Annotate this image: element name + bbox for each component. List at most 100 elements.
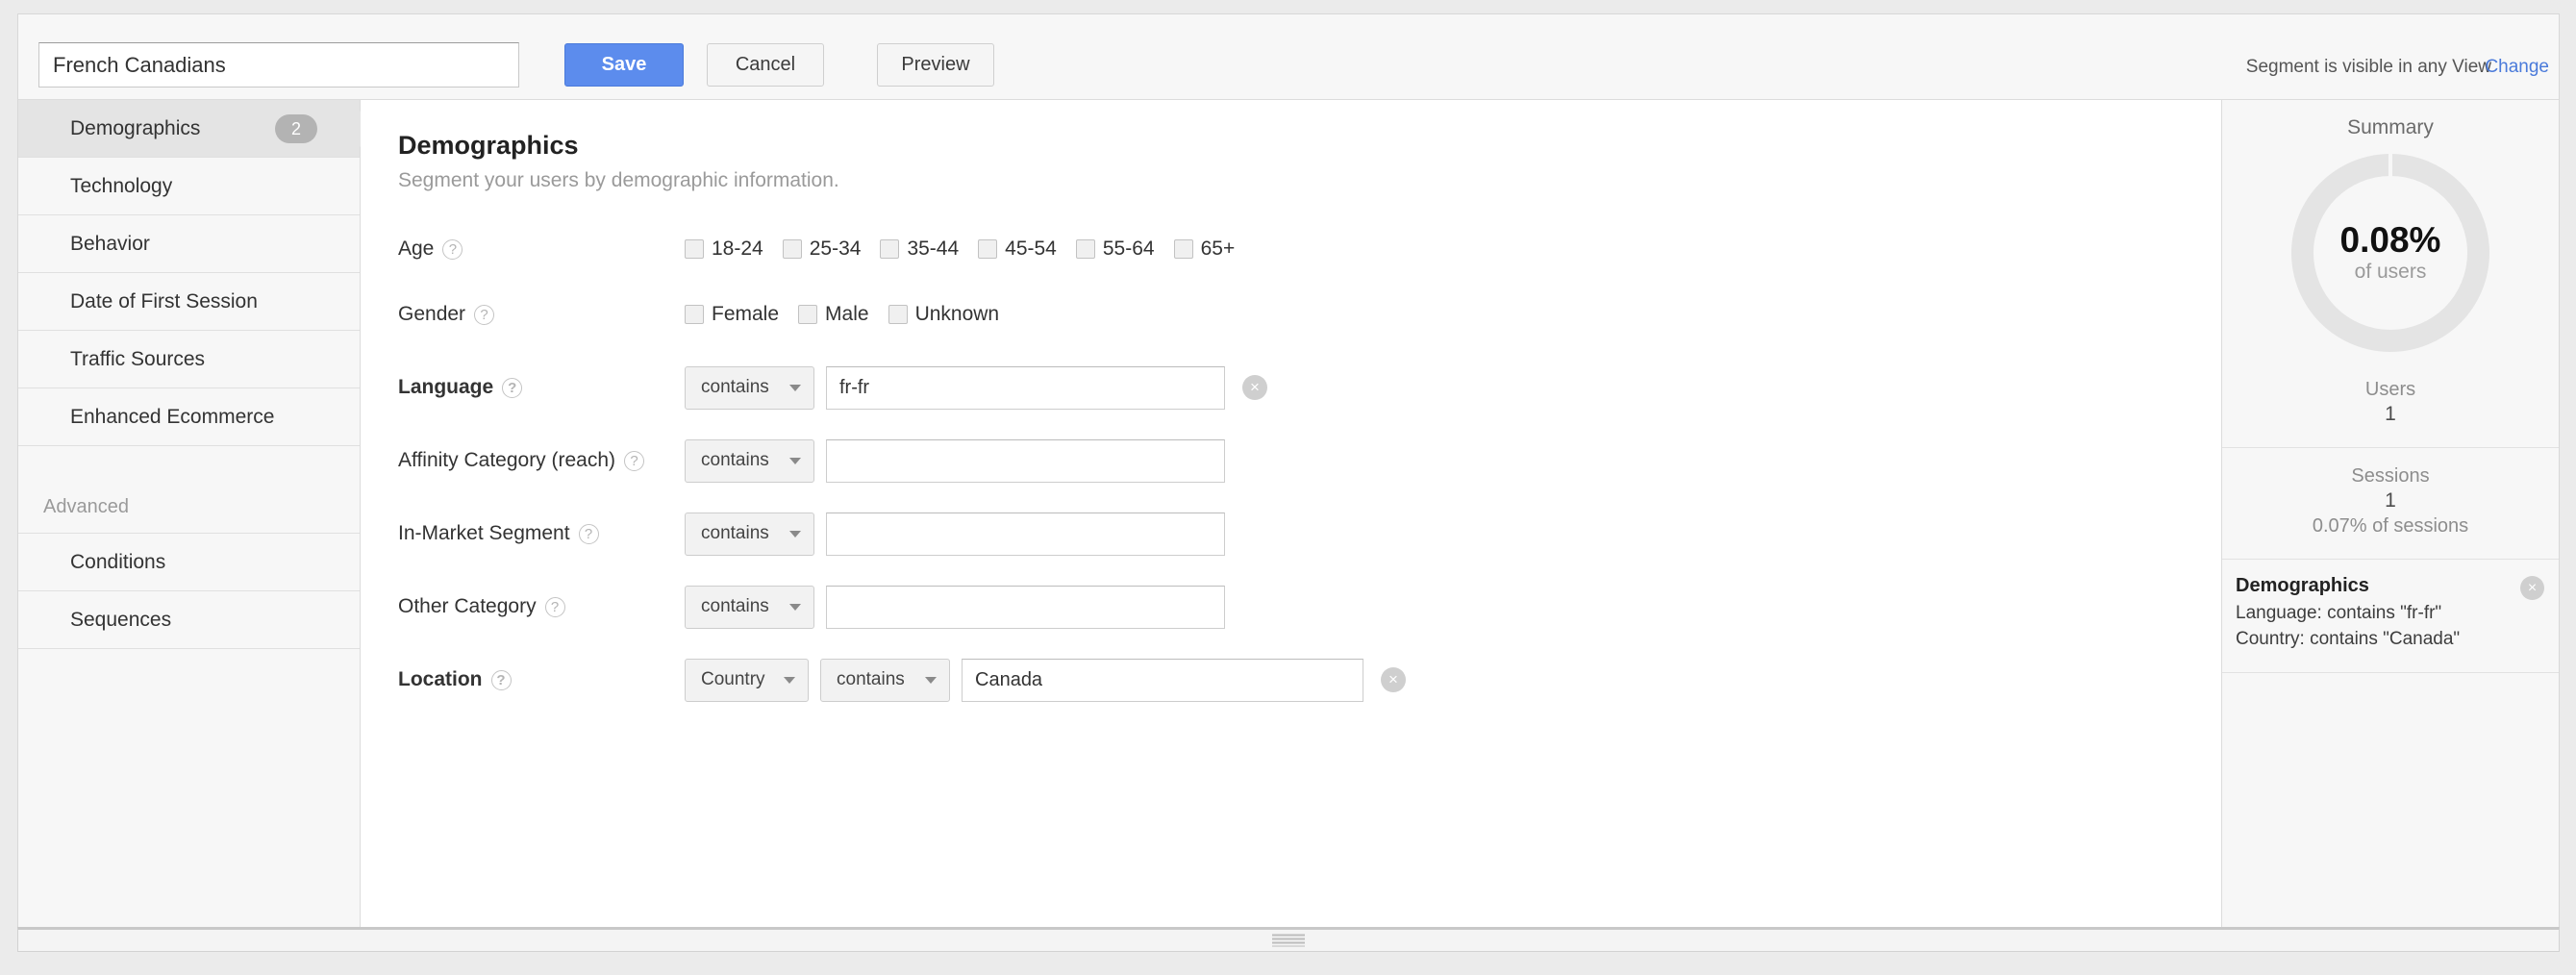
help-icon[interactable]: ? xyxy=(490,669,512,690)
resize-grip-icon[interactable] xyxy=(1272,934,1305,947)
help-icon[interactable]: ? xyxy=(502,377,523,398)
sidebar-section-advanced: Advanced xyxy=(18,489,360,534)
age-option-label: 35-44 xyxy=(907,238,960,260)
summary-title: Summary xyxy=(2347,116,2434,138)
help-icon[interactable]: ? xyxy=(474,304,495,325)
summary-card-condition-language: Language: contains "fr-fr" xyxy=(2236,603,2442,623)
gender-option[interactable]: Unknown xyxy=(888,303,999,326)
builder-header: Save Cancel Preview Segment is visible i… xyxy=(18,14,2559,100)
location-label: Location xyxy=(398,668,483,690)
chevron-down-icon xyxy=(789,385,801,391)
gender-label-group: Gender ? xyxy=(398,303,685,326)
in-market-operator-select[interactable]: contains xyxy=(685,512,814,556)
gender-checkbox-group: Female Male Unknown xyxy=(685,303,1018,326)
checkbox-unchecked-icon[interactable] xyxy=(1173,239,1193,259)
remove-summary-card-icon[interactable]: × xyxy=(2520,576,2544,600)
users-stat-label: Users xyxy=(2364,379,2416,400)
sidebar-item-sequences[interactable]: Sequences xyxy=(18,591,360,649)
language-label-group: Language ? xyxy=(398,376,685,399)
gender-option[interactable]: Female xyxy=(685,303,779,326)
users-percent-value: 0.08% xyxy=(2339,219,2441,260)
users-percent-label: of users xyxy=(2354,261,2427,284)
sessions-stat-label: Sessions xyxy=(2351,465,2430,487)
segment-name-input[interactable] xyxy=(38,42,519,88)
help-icon[interactable]: ? xyxy=(442,238,463,260)
sessions-stat-value: 1 xyxy=(2385,489,2396,512)
checkbox-unchecked-icon[interactable] xyxy=(978,239,998,259)
summary-demographics-card: Demographics Language: contains "fr-fr" … xyxy=(2222,560,2559,673)
language-value-input[interactable] xyxy=(826,365,1225,410)
page-subtitle: Segment your users by demographic inform… xyxy=(398,169,839,191)
checkbox-unchecked-icon[interactable] xyxy=(782,239,802,259)
sidebar-item-traffic-sources[interactable]: Traffic Sources xyxy=(18,331,360,388)
affinity-operator-select[interactable]: contains xyxy=(685,438,814,483)
sidebar-item-enhanced-ecommerce[interactable]: Enhanced Ecommerce xyxy=(18,388,360,446)
sidebar-item-label: Technology xyxy=(70,175,173,197)
checkbox-unchecked-icon[interactable] xyxy=(685,239,704,259)
location-dimension-select[interactable]: Country xyxy=(685,658,809,702)
age-row: Age ? 18-24 25-34 35-44 45-54 55-64 65+ xyxy=(398,225,2221,273)
age-label-group: Age ? xyxy=(398,238,685,261)
age-option[interactable]: 45-54 xyxy=(978,238,1057,261)
help-icon[interactable]: ? xyxy=(544,596,565,617)
language-row: Language ? contains × xyxy=(398,363,2221,412)
age-checkbox-group: 18-24 25-34 35-44 45-54 55-64 65+ xyxy=(685,238,1254,261)
checkbox-unchecked-icon[interactable] xyxy=(1075,239,1095,259)
affinity-operator-value: contains xyxy=(701,450,769,470)
sidebar-item-behavior[interactable]: Behavior xyxy=(18,215,360,273)
page-title: Demographics xyxy=(398,131,579,160)
chevron-down-icon xyxy=(925,677,937,684)
segment-builder-screen: Save Cancel Preview Segment is visible i… xyxy=(0,0,2576,975)
location-operator-select[interactable]: contains xyxy=(820,658,950,702)
other-category-operator-select[interactable]: contains xyxy=(685,585,814,629)
other-category-label: Other Category xyxy=(398,595,537,617)
other-category-value-input[interactable] xyxy=(826,585,1225,629)
donut-center-labels: 0.08% of users xyxy=(2291,154,2489,352)
sidebar-item-technology[interactable]: Technology xyxy=(18,158,360,215)
in-market-segment-row: In-Market Segment ? contains xyxy=(398,510,2221,558)
sidebar-item-label: Conditions xyxy=(70,551,166,573)
age-option-label: 25-34 xyxy=(809,238,862,260)
gender-label: Gender xyxy=(398,303,466,325)
preview-button[interactable]: Preview xyxy=(877,43,994,87)
checkbox-unchecked-icon[interactable] xyxy=(880,239,900,259)
gender-row: Gender ? Female Male Unknown xyxy=(398,290,2221,338)
age-option[interactable]: 65+ xyxy=(1173,238,1235,261)
age-option[interactable]: 55-64 xyxy=(1075,238,1155,261)
summary-card-condition-country: Country: contains "Canada" xyxy=(2236,628,2461,649)
other-category-row: Other Category ? contains xyxy=(398,583,2221,631)
language-operator-select[interactable]: contains xyxy=(685,365,814,410)
sidebar-item-demographics[interactable]: Demographics 2 xyxy=(18,100,378,158)
checkbox-unchecked-icon[interactable] xyxy=(798,305,818,324)
help-icon[interactable]: ? xyxy=(624,450,645,471)
change-visibility-link[interactable]: Change xyxy=(2485,57,2549,78)
checkbox-unchecked-icon[interactable] xyxy=(685,305,704,324)
sidebar-item-conditions[interactable]: Conditions xyxy=(18,534,360,591)
segment-builder-panel: Save Cancel Preview Segment is visible i… xyxy=(17,13,2560,935)
users-stat-value: 1 xyxy=(2385,403,2396,425)
sidebar-item-date-of-first-session[interactable]: Date of First Session xyxy=(18,273,360,331)
other-category-label-group: Other Category ? xyxy=(398,595,685,618)
cancel-button[interactable]: Cancel xyxy=(707,43,824,87)
summary-card-title: Demographics xyxy=(2236,575,2369,596)
panel-resize-bar[interactable] xyxy=(17,927,2560,952)
in-market-value-input[interactable] xyxy=(826,512,1225,556)
clear-language-icon[interactable]: × xyxy=(1242,375,1267,400)
location-value-input[interactable] xyxy=(962,658,1363,702)
checkbox-unchecked-icon[interactable] xyxy=(888,305,908,324)
help-icon[interactable]: ? xyxy=(578,523,599,544)
location-row: Location ? Country contains × xyxy=(398,656,2221,704)
location-operator-value: contains xyxy=(837,669,905,689)
sidebar-spacer xyxy=(18,446,360,489)
location-dimension-value: Country xyxy=(701,669,765,689)
age-option[interactable]: 18-24 xyxy=(685,238,763,261)
affinity-value-input[interactable] xyxy=(826,438,1225,483)
segment-category-sidebar: Demographics 2 Technology Behavior Date … xyxy=(18,100,378,934)
save-button[interactable]: Save xyxy=(564,43,684,87)
age-option[interactable]: 35-44 xyxy=(880,238,959,261)
sidebar-item-label: Date of First Session xyxy=(70,290,258,312)
gender-option[interactable]: Male xyxy=(798,303,869,326)
age-option[interactable]: 25-34 xyxy=(782,238,862,261)
sidebar-item-label: Sequences xyxy=(70,609,172,631)
clear-location-icon[interactable]: × xyxy=(1381,667,1406,692)
